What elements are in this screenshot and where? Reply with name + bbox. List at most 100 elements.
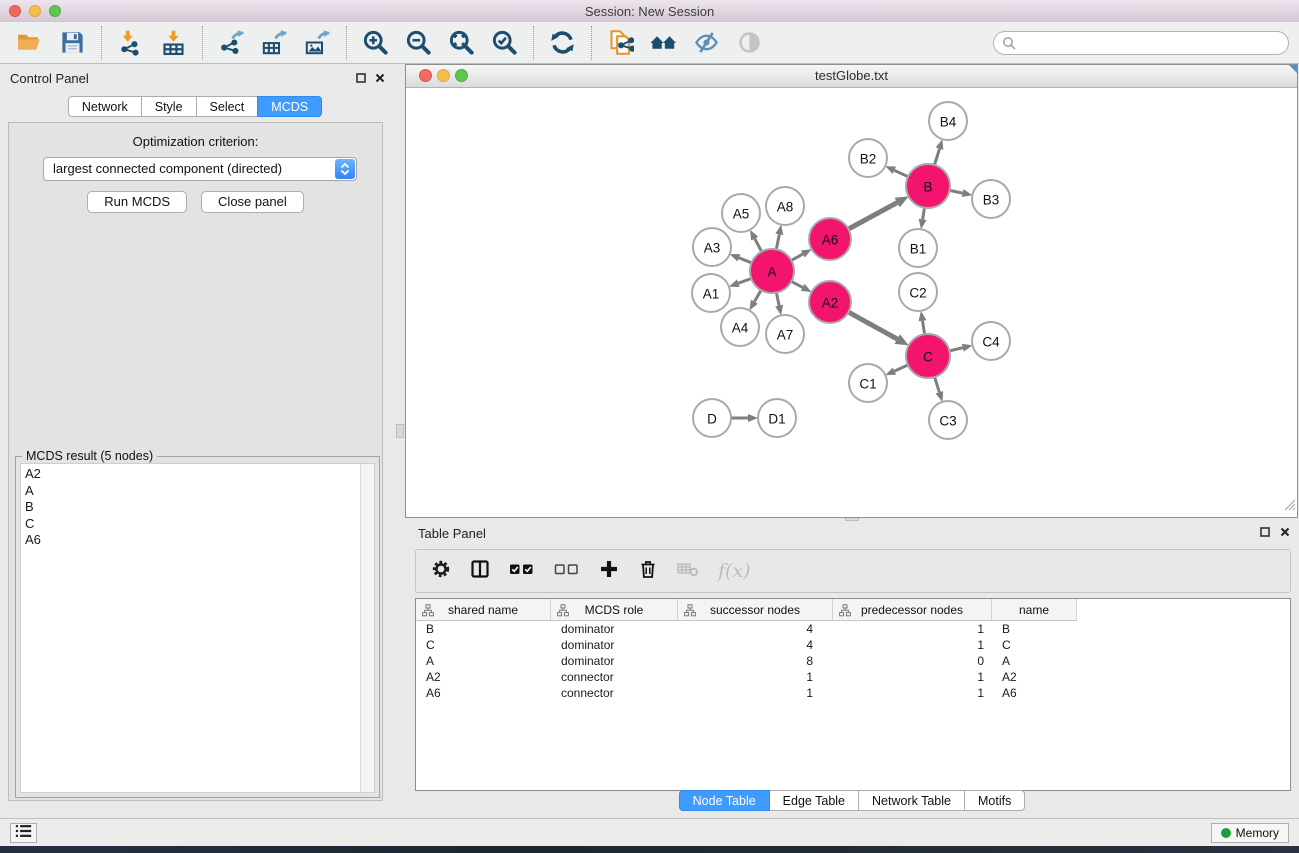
search-input[interactable] bbox=[1022, 33, 1278, 55]
graph-node-B2[interactable]: B2 bbox=[849, 139, 887, 177]
column-header-predecessor-nodes[interactable]: predecessor nodes bbox=[833, 599, 992, 621]
graph-node-A5[interactable]: A5 bbox=[722, 194, 760, 232]
table-close-panel-icon[interactable] bbox=[1279, 526, 1291, 538]
graph-edge-A2-C[interactable] bbox=[848, 312, 897, 339]
graph-edge-A-A1[interactable] bbox=[738, 279, 751, 284]
table-row[interactable]: Adominator80A bbox=[416, 653, 1290, 669]
function-builder-button[interactable]: f(x) bbox=[718, 560, 751, 582]
graph-node-A1[interactable]: A1 bbox=[692, 274, 730, 312]
graph-node-C1[interactable]: C1 bbox=[849, 364, 887, 402]
graph-edge-A-A2[interactable] bbox=[791, 281, 802, 287]
graph-node-A4[interactable]: A4 bbox=[721, 308, 759, 346]
graph-node-A[interactable]: A bbox=[750, 249, 794, 293]
add-column-button[interactable] bbox=[599, 559, 619, 584]
graph-edge-A-A5[interactable] bbox=[755, 239, 762, 252]
table-float-panel-icon[interactable] bbox=[1259, 526, 1271, 538]
zoom-selected-button[interactable] bbox=[483, 25, 526, 61]
graph-node-C3[interactable]: C3 bbox=[929, 401, 967, 439]
column-header-mcds-role[interactable]: MCDS role bbox=[551, 599, 678, 621]
graph-node-B1[interactable]: B1 bbox=[899, 229, 937, 267]
import-network-button[interactable] bbox=[109, 25, 152, 61]
close-panel-icon[interactable] bbox=[374, 72, 386, 84]
graph-edge-C-C2[interactable] bbox=[923, 321, 925, 335]
graph-node-C[interactable]: C bbox=[906, 334, 950, 378]
float-panel-icon[interactable] bbox=[355, 72, 367, 84]
run-mcds-button[interactable]: Run MCDS bbox=[87, 191, 187, 213]
table-tab-node-table[interactable]: Node Table bbox=[679, 790, 770, 811]
table-row[interactable]: Cdominator41C bbox=[416, 637, 1290, 653]
graph-node-C2[interactable]: C2 bbox=[899, 273, 937, 311]
graph-edge-A-A8[interactable] bbox=[776, 234, 779, 249]
task-history-button[interactable] bbox=[10, 823, 37, 843]
memory-button[interactable]: Memory bbox=[1211, 823, 1289, 843]
open-session-button[interactable] bbox=[8, 25, 51, 61]
table-row[interactable]: A2connector11A2 bbox=[416, 669, 1290, 685]
vertical-divider-handle[interactable] bbox=[396, 424, 404, 438]
unselect-all-columns-button[interactable] bbox=[554, 559, 580, 584]
graph-node-B[interactable]: B bbox=[906, 164, 950, 208]
export-table-button[interactable] bbox=[253, 25, 296, 61]
close-panel-button[interactable]: Close panel bbox=[201, 191, 304, 213]
import-table-button[interactable] bbox=[152, 25, 195, 61]
save-session-button[interactable] bbox=[51, 25, 94, 61]
zoom-in-button[interactable] bbox=[354, 25, 397, 61]
column-header-successor-nodes[interactable]: successor nodes bbox=[678, 599, 833, 621]
graph-edge-A-A6[interactable] bbox=[791, 254, 803, 260]
graph-edge-C-C3[interactable] bbox=[935, 377, 940, 392]
graph-node-B3[interactable]: B3 bbox=[972, 180, 1010, 218]
export-network-button[interactable] bbox=[210, 25, 253, 61]
graph-node-D[interactable]: D bbox=[693, 399, 731, 437]
table-tab-network-table[interactable]: Network Table bbox=[858, 790, 965, 811]
show-eye-button[interactable] bbox=[728, 25, 771, 61]
graph-node-B4[interactable]: B4 bbox=[929, 102, 967, 140]
tab-network[interactable]: Network bbox=[68, 96, 142, 117]
graph-node-C4[interactable]: C4 bbox=[972, 322, 1010, 360]
zoom-out-button[interactable] bbox=[397, 25, 440, 61]
column-header-name[interactable]: name bbox=[992, 599, 1077, 621]
graph-node-D1[interactable]: D1 bbox=[758, 399, 796, 437]
table-row[interactable]: A6connector11A6 bbox=[416, 685, 1290, 701]
criterion-select[interactable]: largest connected component (directed) bbox=[43, 157, 357, 181]
mcds-result-item[interactable]: B bbox=[21, 499, 374, 516]
network-from-selection-button[interactable] bbox=[599, 25, 642, 61]
graph-edge-A-A3[interactable] bbox=[739, 258, 752, 263]
graph-edge-A-A7[interactable] bbox=[776, 293, 779, 306]
refresh-layout-button[interactable] bbox=[541, 25, 584, 61]
graph-edge-B-B2[interactable] bbox=[894, 170, 908, 176]
graph-edge-B-B1[interactable] bbox=[923, 208, 925, 220]
zoom-fit-button[interactable] bbox=[440, 25, 483, 61]
hide-panels-button[interactable] bbox=[685, 25, 728, 61]
graph-edge-C-C4[interactable] bbox=[949, 348, 962, 351]
graph-edge-B-B3[interactable] bbox=[950, 190, 963, 193]
graph-node-A8[interactable]: A8 bbox=[766, 187, 804, 225]
mcds-result-item[interactable]: C bbox=[21, 516, 374, 533]
table-row[interactable]: Bdominator41B bbox=[416, 621, 1290, 637]
graph-edge-A6-B[interactable] bbox=[849, 203, 898, 229]
graph-edge-C-C1[interactable] bbox=[894, 365, 908, 371]
table-tab-motifs[interactable]: Motifs bbox=[964, 790, 1025, 811]
table-settings-button[interactable] bbox=[431, 559, 451, 584]
column-header-shared-name[interactable]: shared name bbox=[416, 599, 551, 621]
resize-grip[interactable] bbox=[1283, 498, 1296, 516]
select-all-columns-button[interactable] bbox=[509, 559, 535, 584]
tab-mcds[interactable]: MCDS bbox=[257, 96, 322, 117]
graph-node-A3[interactable]: A3 bbox=[693, 228, 731, 266]
delete-table-button[interactable] bbox=[677, 559, 699, 584]
tab-select[interactable]: Select bbox=[196, 96, 259, 117]
mcds-result-scrollbar[interactable] bbox=[360, 464, 374, 792]
graph-node-A7[interactable]: A7 bbox=[766, 315, 804, 353]
home-button[interactable] bbox=[642, 25, 685, 61]
search-field[interactable] bbox=[993, 31, 1289, 55]
table-tab-edge-table[interactable]: Edge Table bbox=[769, 790, 859, 811]
graph-edge-B-B4[interactable] bbox=[935, 149, 940, 165]
export-image-button[interactable] bbox=[296, 25, 339, 61]
graph-edge-A-A4[interactable] bbox=[754, 290, 761, 302]
graph-node-A6[interactable]: A6 bbox=[809, 218, 851, 260]
network-canvas[interactable]: A B C A2 A6 A1 A3 A4 A5 A7 A8 B1 B2 B3 B4 C1 C2 C3 C4 D D1 bbox=[406, 87, 1297, 517]
delete-column-button[interactable] bbox=[638, 559, 658, 584]
tab-style[interactable]: Style bbox=[141, 96, 197, 117]
graph-node-A2[interactable]: A2 bbox=[809, 281, 851, 323]
mcds-result-item[interactable]: A2 bbox=[21, 466, 374, 483]
mcds-result-item[interactable]: A bbox=[21, 483, 374, 500]
mcds-result-item[interactable]: A6 bbox=[21, 532, 374, 549]
